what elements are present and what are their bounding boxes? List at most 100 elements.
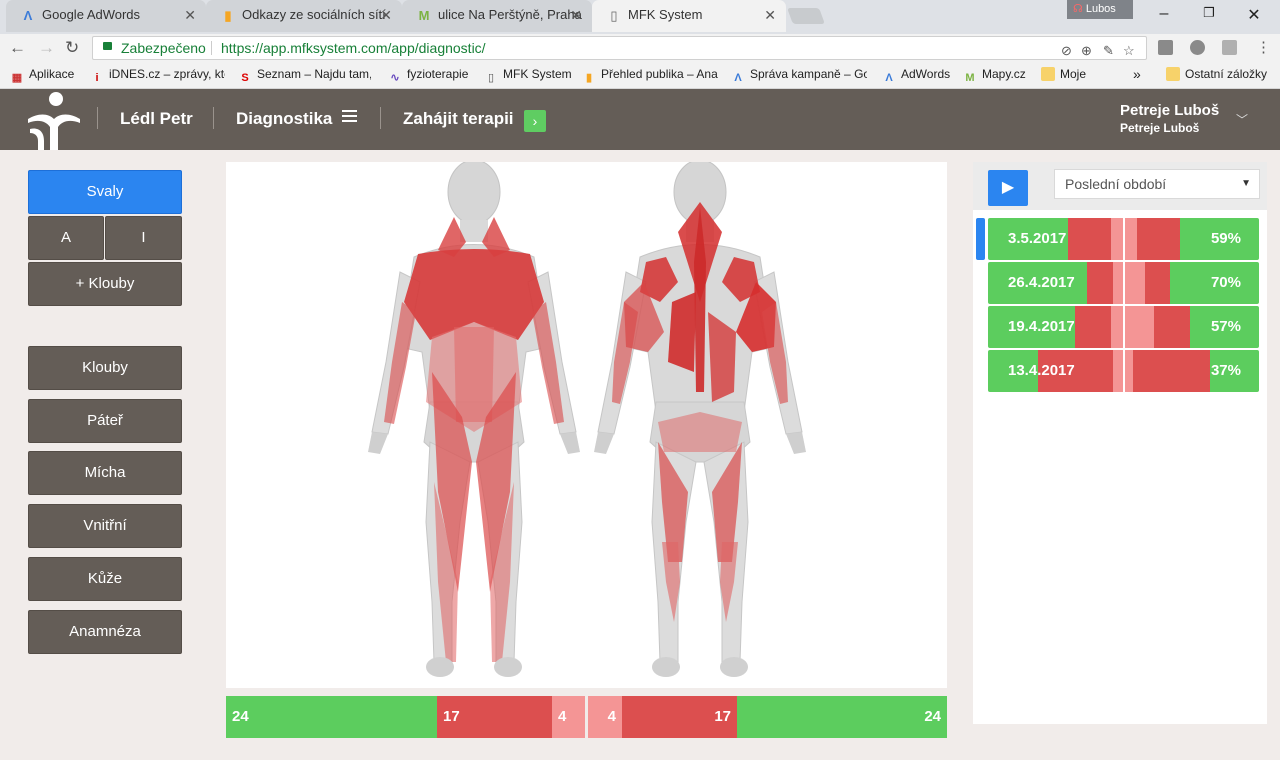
header-divider (380, 107, 381, 129)
forward-icon[interactable]: → (38, 38, 55, 58)
sidebar-item-joints[interactable]: Klouby (28, 346, 182, 390)
tab-mfk-system[interactable]: ▯ MFK System ✕ (592, 0, 786, 32)
bookmark-seznam[interactable]: S Seznam – Najdu tam, (238, 62, 371, 87)
bookmark-apps[interactable]: ▦ Aplikace (10, 62, 85, 87)
close-icon[interactable]: ✕ (380, 0, 392, 30)
zoom-icon[interactable]: ⊕ (1081, 40, 1092, 62)
hamburger-menu-icon[interactable] (342, 110, 357, 122)
history-row[interactable]: 19.4.2017 57% (988, 306, 1259, 348)
sidebar-item-anamnesis[interactable]: Anamnéza (28, 610, 182, 654)
start-therapy-arrow-icon[interactable]: › (524, 110, 546, 132)
history-row[interactable]: 3.5.2017 59% (988, 218, 1259, 260)
sidebar-item-skin[interactable]: Kůže (28, 557, 182, 601)
bookmark-label: Ostatní záložky (1185, 67, 1268, 81)
bookmark-label: Správa kampaně – Go (750, 67, 867, 81)
muscles-button[interactable]: Svaly (28, 170, 182, 214)
header-divider (97, 107, 98, 129)
toggle-i-button[interactable]: I (105, 216, 182, 260)
bookmark-adwords[interactable]: Λ AdWords (882, 62, 954, 87)
more-bookmarks-button[interactable]: » (1133, 62, 1149, 87)
omnibox[interactable]: Zabezpečeno https://app.mfksystem.com/ap… (92, 36, 1147, 60)
bookmark-label: Moje (1060, 67, 1087, 81)
sidebar-item-spinal-cord[interactable]: Mícha (28, 451, 182, 495)
reload-icon[interactable]: ↻ (65, 38, 79, 58)
url-text[interactable]: https://app.mfksystem.com/app/diagnostic… (221, 37, 486, 59)
body-diagram-panel (226, 159, 947, 688)
address-toolbar: ← → ↻ Zabezpečeno https://app.mfksystem.… (0, 34, 1280, 62)
history-date: 26.4.2017 (1008, 274, 1075, 291)
segment-right-red: 17 (622, 696, 737, 738)
sidebar-item-spine[interactable]: Páteř (28, 399, 182, 443)
start-therapy-link[interactable]: Zahájit terapii (403, 109, 514, 129)
chevron-down-icon[interactable]: ﹀ (1236, 111, 1248, 128)
divider (211, 41, 212, 55)
bookmark-analytics[interactable]: ▮ Přehled publika – Ana (582, 62, 718, 87)
period-value: Poslední období (1065, 176, 1167, 192)
history-percent: 70% (1210, 274, 1241, 291)
history-row[interactable]: 13.4.2017 37% (988, 350, 1259, 392)
bookmark-mfk[interactable]: ▯ MFK System (484, 62, 572, 87)
secure-label: Zabezpečeno (121, 40, 206, 56)
close-icon[interactable]: ✕ (570, 0, 582, 30)
other-bookmarks[interactable]: Ostatní záložky (1166, 62, 1276, 87)
adwords-icon: Λ (885, 72, 893, 84)
profile-button[interactable]: ☊ Lubos (1067, 0, 1133, 19)
patient-name[interactable]: Lédl Petr (120, 109, 193, 129)
back-icon[interactable]: ← (9, 38, 26, 58)
bookmark-mapy[interactable]: M Mapy.cz (963, 62, 1031, 87)
play-icon[interactable]: ▶ (988, 170, 1028, 206)
back-body-figure (594, 159, 806, 677)
pdf-extension-icon[interactable] (1222, 40, 1237, 55)
bookmark-label: Mapy.cz (982, 67, 1026, 81)
page-icon: ▯ (610, 8, 618, 23)
tab-google-adwords[interactable]: Λ Google AdWords ✕ (6, 0, 206, 32)
user-name[interactable]: Petreje Luboš (1120, 102, 1219, 119)
close-icon[interactable]: ✕ (764, 0, 776, 30)
bookmark-label: Aplikace (29, 67, 75, 81)
page-icon: ▯ (487, 72, 495, 84)
history-toolbar: ▶ Poslední období ▼ (973, 162, 1267, 210)
muscle-summary-bar: 24 17 4 4 17 24 (226, 696, 947, 738)
star-icon[interactable]: ☆ (1123, 40, 1135, 62)
period-select[interactable]: Poslední období ▼ (1054, 169, 1260, 199)
extension-icon[interactable] (1158, 40, 1173, 55)
anatomy-illustration[interactable] (226, 159, 947, 688)
new-tab-button[interactable] (787, 8, 825, 24)
section-title[interactable]: Diagnostika (236, 109, 332, 129)
profile-name: Lubos (1085, 3, 1116, 15)
add-joints-button[interactable]: + Klouby (28, 262, 182, 306)
tab-label: ulice Na Perštýně, Praha (438, 7, 582, 22)
tab-mapy[interactable]: M ulice Na Perštýně, Praha ✕ (402, 0, 592, 32)
tab-social-links[interactable]: ▮ Odkazy ze sociálních sítí ✕ (206, 0, 402, 32)
pulse-icon: ∿ (390, 72, 400, 84)
profile-icon: ☊ (1073, 3, 1086, 15)
blocked-icon[interactable]: ⊘ (1061, 40, 1072, 62)
history-date: 3.5.2017 (1008, 230, 1067, 247)
browser-tab-bar: Λ Google AdWords ✕ ▮ Odkazy ze sociálníc… (0, 0, 1280, 34)
toggle-a-button[interactable]: A (28, 216, 104, 260)
segment-left-pink: 4 (552, 696, 585, 738)
bookmark-label: MFK System (503, 67, 572, 81)
sidebar-item-internal[interactable]: Vnitřní (28, 504, 182, 548)
close-icon[interactable]: ✕ (184, 0, 196, 30)
tab-label: Odkazy ze sociálních sítí (242, 7, 386, 22)
extension-icon[interactable] (1190, 40, 1205, 55)
bookmark-label: fyzioterapie (407, 67, 469, 81)
segment-right-green: 24 (737, 696, 947, 738)
adwords-icon: Λ (23, 8, 33, 23)
adwords-icon: Λ (734, 72, 742, 84)
close-window-icon[interactable]: ✕ (1244, 5, 1264, 24)
app-logo[interactable] (24, 89, 84, 150)
history-row[interactable]: 26.4.2017 70% (988, 262, 1259, 304)
bookmark-campaign[interactable]: Λ Správa kampaně – Go (731, 62, 867, 87)
restore-icon[interactable]: ❐ (1199, 5, 1219, 23)
segment-value: 4 (607, 708, 616, 725)
pin-icon[interactable]: ✎ (1103, 40, 1114, 62)
segment-value: 24 (924, 708, 941, 725)
bookmarks-bar: ▦ Aplikace i iDNES.cz – zprávy, kte S Sezna… (0, 62, 1280, 89)
minimize-icon[interactable]: – (1154, 5, 1174, 23)
bookmark-moje[interactable]: Moje (1041, 62, 1096, 87)
bookmark-fyzioterapie[interactable]: ∿ fyzioterapie (388, 62, 478, 87)
bookmark-idnes[interactable]: i iDNES.cz – zprávy, kte (90, 62, 225, 87)
menu-icon[interactable]: ⋮ (1256, 38, 1271, 56)
